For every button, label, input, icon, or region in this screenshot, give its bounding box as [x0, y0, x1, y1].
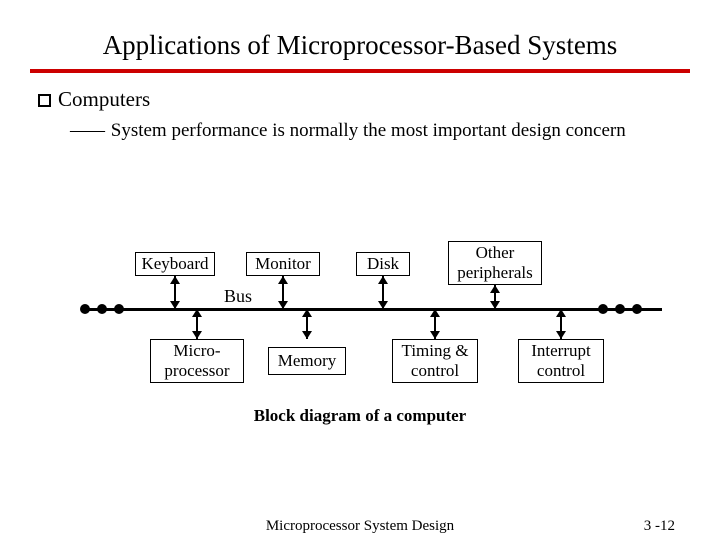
dash-bullet-icon: ——	[70, 120, 102, 141]
box-memory: Memory	[268, 347, 346, 375]
arrow-memory	[302, 309, 312, 339]
arrow-other	[490, 285, 500, 309]
arrow-keyboard	[170, 276, 180, 309]
bullet-level1: Computers	[38, 87, 682, 112]
continuation-dots-left	[80, 304, 124, 316]
arrow-interrupt	[556, 309, 566, 339]
box-disk: Disk	[356, 252, 410, 276]
arrow-monitor	[278, 276, 288, 309]
bullet-level2: —— System performance is normally the mo…	[70, 120, 682, 142]
box-timing-control: Timing & control	[392, 339, 478, 383]
continuation-dots-right	[598, 304, 642, 316]
arrow-micro	[192, 309, 202, 339]
square-bullet-icon	[38, 94, 51, 107]
bullet2-text: System performance is normally the most …	[111, 120, 626, 141]
slide-title: Applications of Microprocessor-Based Sys…	[0, 0, 720, 61]
bus-label: Bus	[224, 286, 252, 307]
box-other-peripherals: Other peripherals	[448, 241, 542, 285]
arrow-timing	[430, 309, 440, 339]
diagram-caption: Block diagram of a computer	[0, 406, 720, 426]
footer-page-number: 3 -12	[644, 518, 675, 535]
block-diagram: Keyboard Monitor Disk Other peripherals …	[0, 220, 720, 460]
bullet1-text: Computers	[58, 87, 150, 111]
box-microprocessor: Micro- processor	[150, 339, 244, 383]
box-keyboard: Keyboard	[135, 252, 215, 276]
footer-center: Microprocessor System Design	[0, 518, 720, 535]
arrow-disk	[378, 276, 388, 309]
box-interrupt-control: Interrupt control	[518, 339, 604, 383]
box-monitor: Monitor	[246, 252, 320, 276]
bus-line	[86, 308, 662, 311]
